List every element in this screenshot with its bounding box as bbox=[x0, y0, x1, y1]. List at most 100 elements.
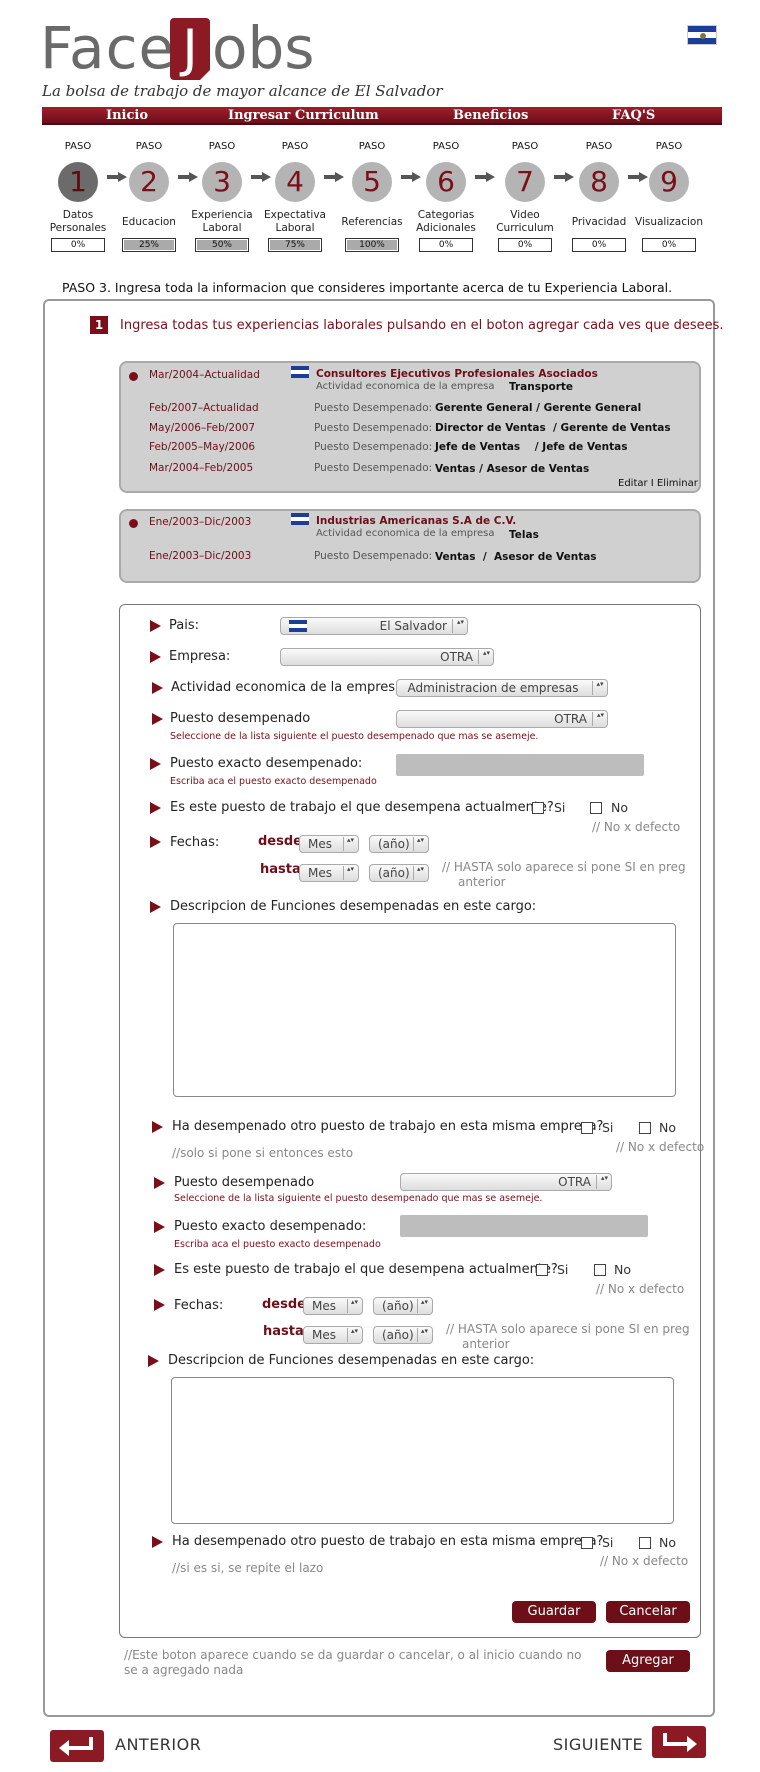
cancelar-button[interactable]: Cancelar bbox=[606, 1601, 690, 1623]
actual-no-checkbox-2[interactable] bbox=[594, 1264, 606, 1276]
step-number-circle[interactable]: 9 bbox=[649, 162, 689, 202]
exacto-hint: Escriba aca el puesto exacto desempenado bbox=[174, 1239, 381, 1250]
step-paso-label: PASO bbox=[585, 141, 613, 152]
forward-arrow-icon bbox=[663, 1733, 697, 1752]
lazo-note: //si es si, se repite el lazo bbox=[172, 1561, 324, 1575]
step-number-circle[interactable]: 6 bbox=[426, 162, 466, 202]
desde-anio-select-2[interactable]: (año) bbox=[373, 1297, 433, 1315]
step-number-circle[interactable]: 4 bbox=[275, 162, 315, 202]
puesto-select-2[interactable]: OTRA bbox=[400, 1173, 612, 1191]
nav-beneficios[interactable]: Beneficios bbox=[453, 108, 528, 123]
facejobs-logo[interactable]: Face J obs bbox=[40, 14, 340, 84]
row-period: Feb/2007–Actualidad bbox=[149, 402, 259, 414]
otro-no-checkbox-2[interactable] bbox=[639, 1537, 651, 1549]
mes-value: Mes bbox=[308, 866, 332, 880]
siguiente-label[interactable]: SIGUIENTE bbox=[553, 1735, 643, 1754]
desde-mes-select[interactable]: Mes bbox=[299, 835, 359, 853]
step-number-circle[interactable]: 8 bbox=[579, 162, 619, 202]
nav-faqs[interactable]: FAQ'S bbox=[612, 108, 655, 123]
bullet-arrow-icon bbox=[152, 1121, 163, 1133]
step-paso-label: PASO bbox=[208, 141, 236, 152]
agregar-button[interactable]: Agregar bbox=[606, 1650, 690, 1672]
actividad-label: Actividad economica de la empresa: bbox=[171, 680, 408, 695]
actual-no-checkbox[interactable] bbox=[590, 802, 602, 814]
empresa-select[interactable]: OTRA bbox=[280, 648, 494, 666]
row-value: Ventas / Asesor de Ventas bbox=[435, 551, 597, 563]
hasta-note: // HASTA solo aparece si pone SI en preg bbox=[442, 860, 686, 874]
fechas-label: Fechas: bbox=[174, 1298, 224, 1313]
step-3[interactable]: PASO 3 Experiencia Laboral 50% bbox=[185, 140, 259, 252]
descripcion-label: Descripcion de Funciones desempenadas en… bbox=[170, 899, 537, 914]
mes-value: Mes bbox=[312, 1328, 336, 1342]
exacto-label: Puesto exacto desempenado: bbox=[174, 1219, 367, 1234]
otro-si-checkbox-2[interactable] bbox=[581, 1537, 593, 1549]
anterior-label[interactable]: ANTERIOR bbox=[115, 1735, 201, 1754]
flag-icon bbox=[291, 513, 309, 525]
actual-si-checkbox[interactable] bbox=[532, 802, 544, 814]
step-7[interactable]: PASO 7 Video Curriculum 0% bbox=[488, 140, 562, 252]
step-number-circle[interactable]: 3 bbox=[202, 162, 242, 202]
hasta-anio-select-2[interactable]: (año) bbox=[373, 1326, 433, 1344]
empresa-value: OTRA bbox=[440, 650, 473, 664]
step-number-circle[interactable]: 7 bbox=[505, 162, 545, 202]
desde-label: desde bbox=[258, 834, 302, 849]
step-progress: 100% bbox=[345, 238, 399, 252]
si-label: Si bbox=[554, 800, 566, 815]
el-salvador-flag-icon[interactable] bbox=[687, 25, 717, 45]
step-number-circle[interactable]: 5 bbox=[352, 162, 392, 202]
descripcion-textarea[interactable] bbox=[173, 923, 676, 1097]
step-5[interactable]: PASO 5 Referencias 100% bbox=[335, 140, 409, 252]
step-label: Referencias bbox=[341, 215, 403, 228]
anio-value: (año) bbox=[378, 866, 410, 880]
row-value: Gerente General / Gerente General bbox=[435, 402, 642, 414]
step-1[interactable]: PASO 1 Datos Personales 0% bbox=[41, 140, 115, 252]
otro-si-checkbox[interactable] bbox=[581, 1122, 593, 1134]
step-number-circle[interactable]: 1 bbox=[58, 162, 98, 202]
row-period: Mar/2004–Feb/2005 bbox=[149, 462, 254, 474]
pais-select[interactable]: El Salvador bbox=[280, 617, 468, 635]
actividad-select[interactable]: Administracion de empresas bbox=[396, 679, 608, 697]
step-label: Expectativa Laboral bbox=[264, 209, 326, 234]
step-instruction: PASO 3. Ingresa toda la informacion que … bbox=[62, 280, 673, 295]
hasta-mes-select[interactable]: Mes bbox=[299, 864, 359, 882]
edit-delete-links[interactable]: Editar I Eliminar bbox=[618, 478, 698, 489]
step-number-circle[interactable]: 2 bbox=[129, 162, 169, 202]
nav-ingresar-curriculum[interactable]: Ingresar Curriculum bbox=[228, 108, 379, 123]
puesto-value: OTRA bbox=[558, 1175, 591, 1189]
step-4[interactable]: PASO 4 Expectativa Laboral 75% bbox=[258, 140, 332, 252]
anterior-button[interactable] bbox=[50, 1730, 104, 1762]
step-8[interactable]: PASO 8 Privacidad 0% bbox=[562, 140, 636, 252]
bullet-arrow-icon bbox=[152, 682, 163, 694]
solo-note: //solo si pone si entonces esto bbox=[172, 1146, 354, 1160]
section-number-badge: 1 bbox=[90, 316, 108, 334]
row-value: Jefe de Ventas / Jefe de Ventas bbox=[435, 441, 628, 453]
actual-si-checkbox-2[interactable] bbox=[536, 1264, 548, 1276]
puesto-label: Puesto desempenado bbox=[174, 1175, 315, 1190]
no-label: No bbox=[659, 1535, 676, 1550]
puesto-exacto-input[interactable] bbox=[396, 754, 644, 776]
exacto-label: Puesto exacto desempenado: bbox=[170, 756, 363, 771]
hasta-anio-select[interactable]: (año) bbox=[369, 864, 429, 882]
no-label: No bbox=[614, 1262, 631, 1277]
hasta-label: hasta bbox=[263, 1324, 304, 1339]
bullet-arrow-icon bbox=[150, 620, 161, 632]
puesto-select[interactable]: OTRA bbox=[396, 710, 608, 728]
siguiente-button[interactable] bbox=[652, 1726, 706, 1758]
card-activity-label: Actividad economica de la empresa bbox=[316, 381, 495, 392]
desde-mes-select-2[interactable]: Mes bbox=[303, 1297, 363, 1315]
descripcion-textarea-2[interactable] bbox=[171, 1377, 674, 1524]
si-label: Si bbox=[602, 1120, 614, 1135]
step-9[interactable]: PASO 9 Visualizacion 0% bbox=[632, 140, 706, 252]
desde-anio-select[interactable]: (año) bbox=[369, 835, 429, 853]
step-2[interactable]: PASO 2 Educacion 25% bbox=[112, 140, 186, 252]
bullet-arrow-icon bbox=[154, 1177, 165, 1189]
bullet-icon bbox=[129, 372, 138, 381]
step-6[interactable]: PASO 6 Categorias Adicionales 0% bbox=[409, 140, 483, 252]
step-paso-label: PASO bbox=[281, 141, 309, 152]
guardar-button[interactable]: Guardar bbox=[512, 1601, 596, 1623]
otro-no-checkbox[interactable] bbox=[639, 1122, 651, 1134]
nav-inicio[interactable]: Inicio bbox=[106, 108, 148, 123]
puesto-exacto-input-2[interactable] bbox=[400, 1215, 648, 1237]
hasta-mes-select-2[interactable]: Mes bbox=[303, 1326, 363, 1344]
pais-value: El Salvador bbox=[379, 619, 447, 633]
